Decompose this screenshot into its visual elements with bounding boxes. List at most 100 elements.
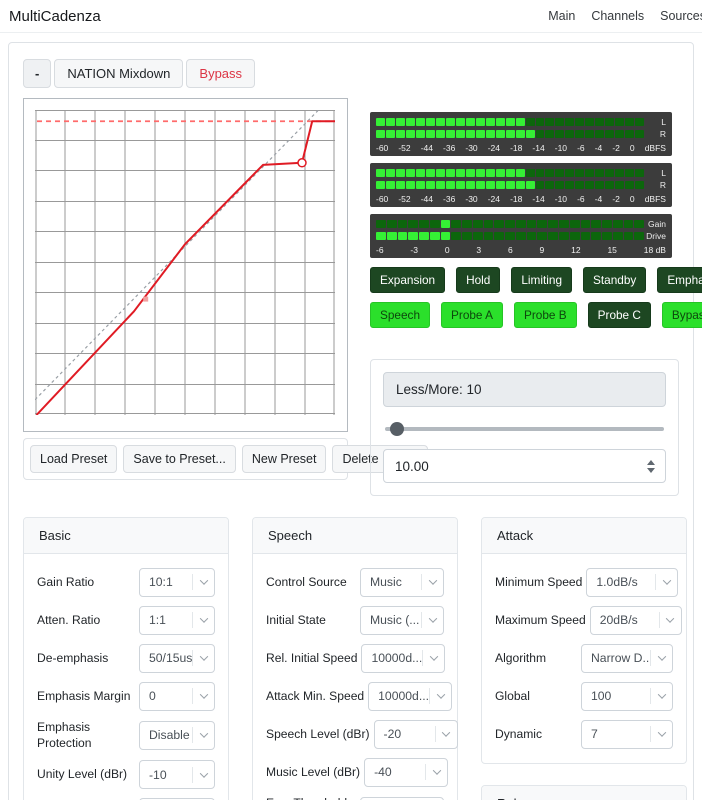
chevron-down-icon [193,617,214,623]
param-row-music-level-dbr: Music Level (dBr)-40 [266,757,444,787]
param-label: Emphasis Margin [37,688,134,704]
status-standby-button[interactable]: Standby [583,267,646,293]
led-segment [565,130,574,138]
select-atten-ratio[interactable]: 1:1 [139,606,215,635]
led-segment [575,118,584,126]
status-hold-button[interactable]: Hold [456,267,500,293]
led-segment [436,118,445,126]
led-segment [396,118,405,126]
status-probe-c-button[interactable]: Probe C [588,302,651,328]
slider-thumb[interactable] [390,422,404,436]
chevron-glyph [666,614,674,622]
led-segment [565,118,574,126]
led-segment [406,169,415,177]
status-probe-b-button[interactable]: Probe B [514,302,577,328]
led-segment [625,169,634,177]
bypass-button[interactable]: Bypass [186,59,255,88]
param-label: Speech Level (dBr) [266,726,374,742]
status-bypass-button[interactable]: Bypass [662,302,702,328]
knee-point-handle[interactable] [298,159,306,167]
panel-body: Gain Ratio10:1Atten. Ratio1:1De-emphasis… [24,554,228,800]
less-more-slider[interactable] [385,422,664,436]
chevron-glyph [199,690,207,698]
minimize-button[interactable]: - [23,59,51,88]
nav-link-main[interactable]: Main [548,9,575,23]
scale-tick: -44 [421,143,433,153]
led-segment [376,169,385,177]
select-value: 1:1 [140,613,192,627]
param-label: Algorithm [495,650,550,666]
select-emphasis-margin[interactable]: 0 [139,682,215,711]
new-preset-button[interactable]: New Preset [242,445,327,473]
stepper-down-icon[interactable] [647,468,655,473]
led-segment [446,118,455,126]
param-row-atten-ratio: Atten. Ratio1:1 [37,605,215,635]
select-maximum-speed[interactable]: 20dB/s [590,606,682,635]
status-emphasis-button[interactable]: Emphasis [657,267,702,293]
led-segment [625,130,634,138]
slider-track[interactable] [385,427,664,431]
led-segment [430,232,440,240]
left-column: Load PresetSave to Preset...New PresetDe… [23,98,348,496]
select-gain-ratio[interactable]: 10:1 [139,568,215,597]
led-segment [419,232,429,240]
led-segment [446,169,455,177]
select-rel-initial-speed[interactable]: 10000d... [361,644,445,673]
led-segment [548,220,558,228]
transfer-curve-graph[interactable] [23,98,348,432]
status-probe-a-button[interactable]: Probe A [441,302,503,328]
led-segment [436,169,445,177]
led-segment [416,181,425,189]
compression-curve-svg[interactable] [35,110,335,415]
select-minimum-speed[interactable]: 1.0dB/s [586,568,678,597]
select-dynamic[interactable]: 7 [581,720,673,749]
scale-tick: -24 [488,143,500,153]
led-cells [376,130,644,138]
led-segment [615,181,624,189]
select-value: 20dB/s [591,613,659,627]
led-segment [595,130,604,138]
less-more-value[interactable]: 10.00 [384,459,637,474]
gain-drive-meter: GainDrive-6-30369121518 dB [370,214,672,258]
status-expansion-button[interactable]: Expansion [370,267,445,293]
less-more-number-input[interactable]: 10.00 [383,449,666,483]
param-row-dynamic: Dynamic7 [495,719,673,749]
select-control-source[interactable]: Music [360,568,444,597]
save-to-preset-button[interactable]: Save to Preset... [123,445,235,473]
right-column: LR-60-52-44-36-30-24-18-14-10-6-4-20dBFS… [370,98,679,496]
scale-tick: -52 [398,194,410,204]
channel-name-button[interactable]: NATION Mixdown [54,59,183,88]
select-speech-level-dbr[interactable]: -20 [374,720,458,749]
led-segment [605,130,614,138]
stepper-up-icon[interactable] [647,460,655,465]
select-initial-state[interactable]: Music (... [360,606,444,635]
select-unity-level-dbr[interactable]: -10 [139,760,215,789]
nav-link-sources[interactable]: Sources [660,9,702,23]
led-segment [536,130,545,138]
status-speech-button[interactable]: Speech [370,302,430,328]
led-segment [634,232,644,240]
nav-link-channels[interactable]: Channels [591,9,644,23]
less-more-display: Less/More: 10 [383,372,666,407]
select-global[interactable]: 100 [581,682,673,711]
led-segment [486,118,495,126]
number-stepper[interactable] [637,450,665,482]
select-de-emphasis[interactable]: 50/15us [139,644,215,673]
select-attack-min-speed[interactable]: 10000d... [368,682,452,711]
meter-scale: -60-52-44-36-30-24-18-14-10-6-4-20dBFS [376,141,666,154]
select-emphasis-protection[interactable]: Disable [139,721,215,750]
panel-column: AttackMinimum Speed1.0dB/sMaximum Speed2… [481,517,687,800]
status-limiting-button[interactable]: Limiting [511,267,572,293]
load-preset-button[interactable]: Load Preset [30,445,117,473]
select-value: Disable [140,728,192,742]
channel-header: - NATION Mixdown Bypass [23,59,679,88]
led-segment [426,181,435,189]
param-label: Maximum Speed [495,612,590,628]
scale-tick: 15 [607,245,616,255]
select-algorithm[interactable]: Narrow D... [581,644,673,673]
select-music-level-dbr[interactable]: -40 [364,758,448,787]
nav-links: Main Channels Sources [548,9,702,23]
param-row-control-source: Control SourceMusic [266,567,444,597]
panel-attack: AttackMinimum Speed1.0dB/sMaximum Speed2… [481,517,687,764]
led-segment [451,220,461,228]
